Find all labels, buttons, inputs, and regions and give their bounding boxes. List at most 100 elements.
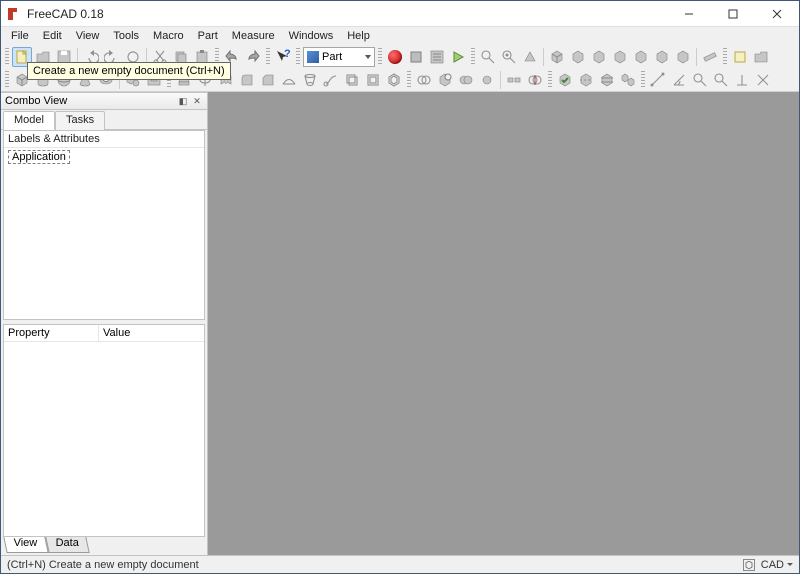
chamfer-button[interactable] xyxy=(258,70,278,90)
tab-view[interactable]: View xyxy=(3,537,48,553)
section-button[interactable] xyxy=(576,70,596,90)
menu-measure[interactable]: Measure xyxy=(226,29,281,43)
app-window: FreeCAD 0.18 File Edit View Tools Macro … xyxy=(0,0,800,574)
property-col-property: Property xyxy=(4,325,99,341)
cross-sections-button[interactable] xyxy=(597,70,617,90)
mdi-viewport[interactable] xyxy=(208,92,799,555)
nav-cube-icon[interactable] xyxy=(743,559,755,571)
statusbar: (Ctrl+N) Create a new empty document CAD xyxy=(1,555,799,573)
tab-tasks[interactable]: Tasks xyxy=(55,111,105,130)
thickness-button[interactable] xyxy=(384,70,404,90)
workbench-label: Part xyxy=(322,51,342,63)
combo-view-panel: Combo View ◧ ✕ Model Tasks Labels & Attr… xyxy=(1,92,208,555)
measure-linear-button[interactable] xyxy=(648,70,668,90)
fillet-button[interactable] xyxy=(237,70,257,90)
main-area: Combo View ◧ ✕ Model Tasks Labels & Attr… xyxy=(1,92,799,555)
property-tabs: View Data xyxy=(1,537,207,555)
check-geometry-button[interactable] xyxy=(555,70,575,90)
menu-file[interactable]: File xyxy=(5,29,35,43)
close-button[interactable] xyxy=(755,1,799,27)
toolbar-grip-icon[interactable] xyxy=(471,48,475,66)
tab-model[interactable]: Model xyxy=(3,111,55,130)
macro-stop-button[interactable] xyxy=(406,47,426,67)
join-connect-button[interactable] xyxy=(504,70,524,90)
chevron-down-icon xyxy=(365,55,371,59)
combo-view-tabs: Model Tasks xyxy=(1,110,207,130)
sweep-button[interactable] xyxy=(321,70,341,90)
menu-part[interactable]: Part xyxy=(192,29,224,43)
isometric-view-button[interactable] xyxy=(547,47,567,67)
part-workbench-icon xyxy=(307,51,319,63)
bottom-view-button[interactable] xyxy=(652,47,672,67)
fit-all-button[interactable] xyxy=(478,47,498,67)
menu-view[interactable]: View xyxy=(70,29,106,43)
menu-macro[interactable]: Macro xyxy=(147,29,190,43)
maximize-button[interactable] xyxy=(711,1,755,27)
property-header: Property Value xyxy=(4,325,204,342)
macro-run-button[interactable] xyxy=(448,47,468,67)
boolean-button[interactable] xyxy=(414,70,434,90)
measure-distance-button[interactable] xyxy=(700,47,720,67)
rear-view-button[interactable] xyxy=(631,47,651,67)
whats-this-button[interactable]: ? xyxy=(273,47,293,67)
combo-view-header: Combo View ◧ ✕ xyxy=(1,92,207,110)
nav-style-selector[interactable]: CAD xyxy=(761,559,793,571)
menu-help[interactable]: Help xyxy=(341,29,376,43)
macro-record-button[interactable] xyxy=(385,47,405,67)
panel-float-button[interactable]: ◧ xyxy=(177,95,189,107)
measure-toggle-3d-button[interactable] xyxy=(711,70,731,90)
split-button[interactable] xyxy=(525,70,545,90)
toolbar-grip-icon[interactable] xyxy=(5,48,9,66)
panel-close-button[interactable]: ✕ xyxy=(191,95,203,107)
workbench-selector[interactable]: Part xyxy=(303,47,375,67)
toolbar-grip-icon[interactable] xyxy=(723,48,727,66)
measure-angular-button[interactable] xyxy=(669,70,689,90)
tree-item-application[interactable]: Application xyxy=(8,150,70,164)
toolbar-grip-icon[interactable] xyxy=(266,48,270,66)
compound-button[interactable] xyxy=(618,70,638,90)
ruled-surface-button[interactable] xyxy=(279,70,299,90)
cut-boolean-button[interactable] xyxy=(435,70,455,90)
toolbar-grip-icon[interactable] xyxy=(641,71,645,89)
front-view-button[interactable] xyxy=(568,47,588,67)
minimize-button[interactable] xyxy=(667,1,711,27)
menu-tools[interactable]: Tools xyxy=(107,29,145,43)
status-hint: (Ctrl+N) Create a new empty document xyxy=(7,559,199,571)
menu-edit[interactable]: Edit xyxy=(37,29,68,43)
tab-data[interactable]: Data xyxy=(45,537,90,553)
tooltip-new-document: Create a new empty document (Ctrl+N) xyxy=(27,62,231,80)
toolbar-grip-icon[interactable] xyxy=(378,48,382,66)
fit-selection-button[interactable] xyxy=(499,47,519,67)
toolbar-grip-icon[interactable] xyxy=(296,48,300,66)
chevron-down-icon xyxy=(787,563,793,566)
menubar: File Edit View Tools Macro Part Measure … xyxy=(1,27,799,45)
measure-toggle-all-button[interactable] xyxy=(690,70,710,90)
union-boolean-button[interactable] xyxy=(456,70,476,90)
app-title: FreeCAD 0.18 xyxy=(27,7,667,21)
group-icon-button[interactable] xyxy=(751,47,771,67)
nav-style-label: CAD xyxy=(761,559,784,571)
offset-3d-button[interactable] xyxy=(342,70,362,90)
right-view-button[interactable] xyxy=(610,47,630,67)
offset-2d-button[interactable] xyxy=(363,70,383,90)
redo-arrow-button[interactable] xyxy=(243,47,263,67)
menu-windows[interactable]: Windows xyxy=(283,29,340,43)
toolbar-grip-icon[interactable] xyxy=(5,71,9,89)
tree-view[interactable]: Labels & Attributes Application xyxy=(3,130,205,320)
draw-style-button[interactable] xyxy=(520,47,540,67)
property-col-value: Value xyxy=(99,325,134,341)
toolbar-grip-icon[interactable] xyxy=(407,71,411,89)
titlebar: FreeCAD 0.18 xyxy=(1,1,799,27)
measure-clear-all-button[interactable] xyxy=(753,70,773,90)
loft-button[interactable] xyxy=(300,70,320,90)
app-logo-icon xyxy=(7,7,21,21)
left-view-button[interactable] xyxy=(673,47,693,67)
combo-view-title: Combo View xyxy=(5,95,175,107)
top-view-button[interactable] xyxy=(589,47,609,67)
toolbar-grip-icon[interactable] xyxy=(548,71,552,89)
property-view[interactable]: Property Value xyxy=(3,324,205,537)
measure-toggle-delta-button[interactable] xyxy=(732,70,752,90)
part-icon-button[interactable] xyxy=(730,47,750,67)
macro-list-button[interactable] xyxy=(427,47,447,67)
intersect-boolean-button[interactable] xyxy=(477,70,497,90)
